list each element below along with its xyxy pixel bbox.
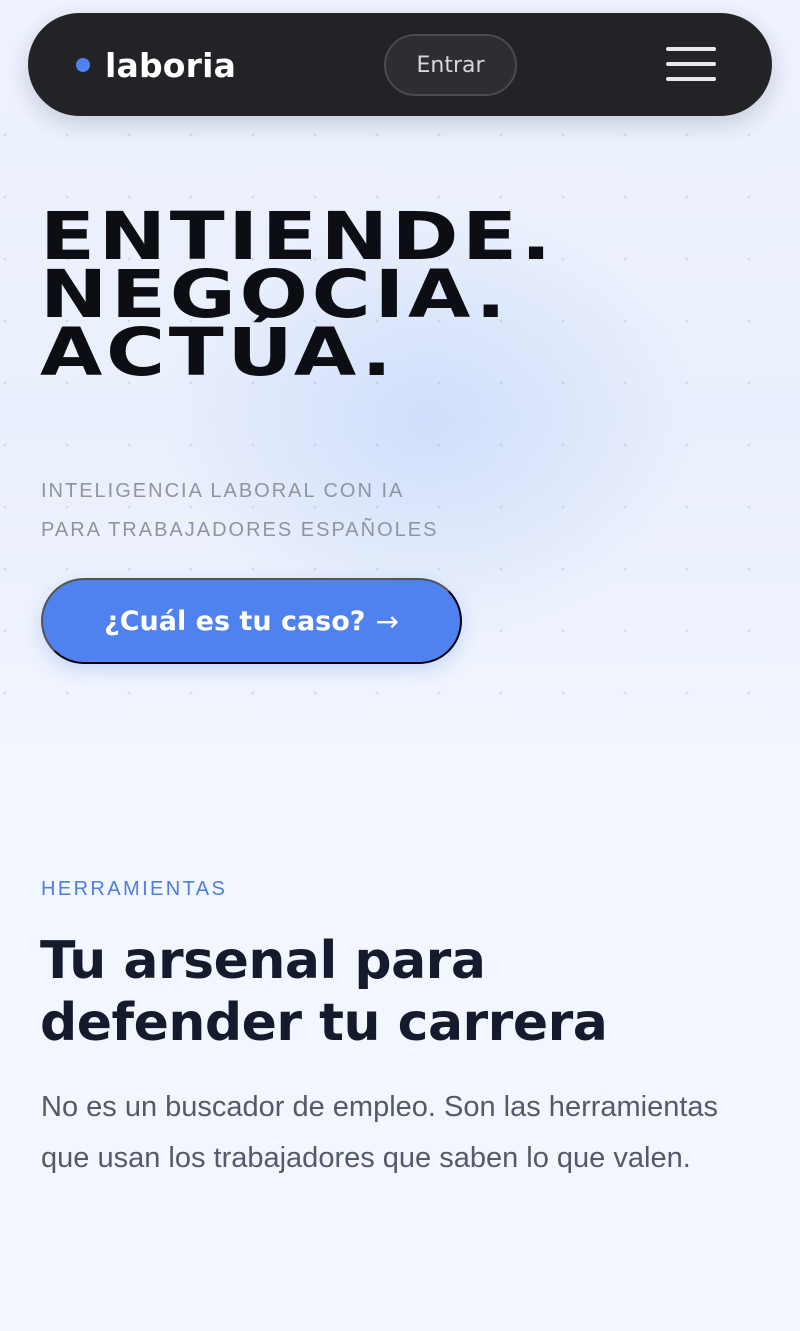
section-title-line: Tu arsenal para bbox=[40, 931, 486, 991]
menu-bar bbox=[666, 77, 716, 81]
hero-headline: ENTIENDE. NEGOCIA. ACTÚA. bbox=[40, 204, 555, 386]
menu-bar bbox=[666, 62, 716, 66]
hamburger-menu-icon[interactable] bbox=[666, 47, 716, 81]
section-eyebrow: HERRAMIENTAS bbox=[41, 878, 228, 900]
brand-dot-icon bbox=[76, 58, 90, 72]
cta-label: ¿Cuál es tu caso? bbox=[104, 605, 366, 637]
your-case-cta-button[interactable]: ¿Cuál es tu caso? → bbox=[41, 578, 462, 664]
section-title: Tu arsenal para defender tu carrera bbox=[40, 930, 608, 1054]
section-description: No es un buscador de empleo. Son las her… bbox=[41, 1091, 719, 1174]
brand-logo[interactable]: laboria bbox=[76, 40, 236, 90]
menu-bar bbox=[666, 47, 716, 51]
hero-tagline: INTELIGENCIA LABORAL CON IA PARA TRABAJA… bbox=[41, 472, 438, 550]
tagline-line: INTELIGENCIA LABORAL CON IA bbox=[41, 480, 405, 502]
brand-name: laboria bbox=[105, 45, 237, 85]
arrow-right-icon: → bbox=[375, 604, 399, 638]
login-button[interactable]: Entrar bbox=[384, 34, 517, 96]
tagline-line: PARA TRABAJADORES ESPAÑOLES bbox=[41, 519, 439, 541]
section-title-line: defender tu carrera bbox=[40, 993, 608, 1053]
